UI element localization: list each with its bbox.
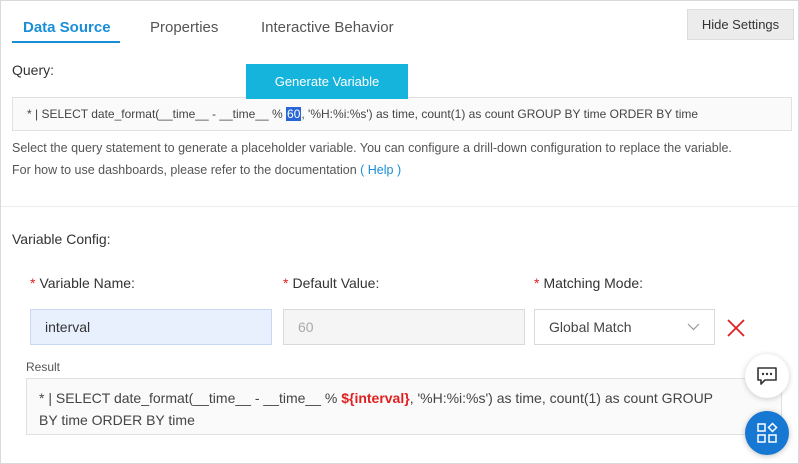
active-tab-indicator: [12, 41, 120, 43]
query-editor[interactable]: * | SELECT date_format(__time__ - __time…: [12, 97, 792, 131]
tab-bar: Data Source Properties Interactive Behav…: [1, 1, 798, 45]
chevron-down-icon: [687, 323, 700, 331]
matching-mode-select[interactable]: Global Match: [534, 309, 715, 345]
query-text-before: * | SELECT date_format(__time__ - __time…: [27, 107, 287, 121]
tab-interactive-behavior[interactable]: Interactive Behavior: [261, 19, 394, 36]
query-selection: 60: [286, 107, 302, 121]
variable-config-label: Variable Config:: [12, 231, 111, 247]
result-box: * | SELECT date_format(__time__ - __time…: [26, 378, 782, 435]
tab-properties[interactable]: Properties: [150, 19, 218, 36]
chat-button[interactable]: [745, 354, 789, 398]
default-value-label: * Default Value:: [283, 275, 379, 291]
help-link[interactable]: ( Help ): [360, 163, 401, 177]
query-label: Query:: [12, 62, 55, 78]
result-line-1: * | SELECT date_format(__time__ - __time…: [39, 387, 781, 409]
required-mark: *: [30, 275, 36, 291]
variable-name-input[interactable]: interval: [30, 309, 272, 345]
result-line-2: BY time ORDER BY time: [39, 412, 195, 428]
default-value-label-text: Default Value:: [292, 275, 380, 291]
result-text-before: * | SELECT date_format(__time__ - __time…: [39, 390, 342, 406]
hide-settings-button[interactable]: Hide Settings: [687, 9, 794, 40]
required-mark: *: [283, 275, 289, 291]
apps-button[interactable]: [745, 411, 789, 455]
result-text-after: , '%H:%i:%s') as time, count(1) as count…: [409, 390, 714, 406]
result-label: Result: [26, 360, 61, 374]
matching-mode-value: Global Match: [549, 319, 632, 335]
tab-data-source[interactable]: Data Source: [23, 19, 111, 36]
query-text-after: , '%H:%i:%s') as time, count(1) as count…: [301, 107, 699, 121]
matching-mode-label: * Matching Mode:: [534, 275, 643, 291]
chat-icon: [757, 367, 777, 385]
apps-icon: [757, 422, 778, 443]
hint-docs-text: For how to use dashboards, please refer …: [12, 163, 357, 177]
required-mark: *: [534, 275, 540, 291]
default-value-input[interactable]: 60: [283, 309, 525, 345]
close-icon[interactable]: [726, 318, 746, 338]
hint-line-2: For how to use dashboards, please refer …: [12, 163, 401, 177]
section-divider: [1, 206, 798, 207]
variable-name-label-text: Variable Name:: [39, 275, 135, 291]
matching-mode-label-text: Matching Mode:: [543, 275, 644, 291]
settings-panel: Data Source Properties Interactive Behav…: [0, 0, 799, 464]
generate-variable-button[interactable]: Generate Variable: [246, 64, 408, 99]
result-variable: ${interval}: [341, 390, 410, 406]
variable-name-label: * Variable Name:: [30, 275, 135, 291]
hint-line-1: Select the query statement to generate a…: [12, 141, 732, 155]
